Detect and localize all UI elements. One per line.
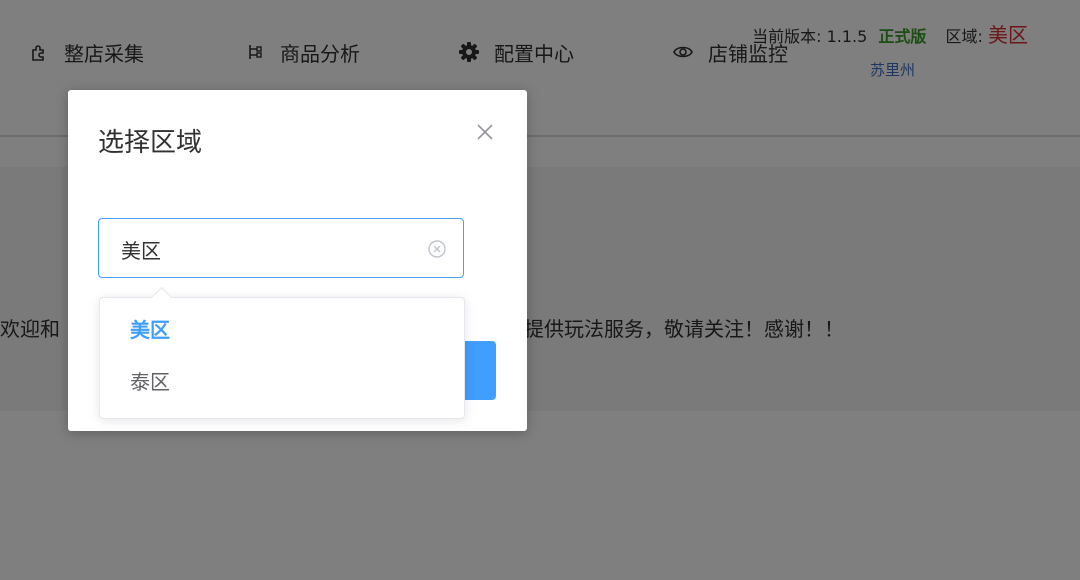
region-options-list: 美区 泰区 bbox=[100, 298, 464, 414]
region-option-us[interactable]: 美区 bbox=[100, 304, 464, 356]
region-select-value: 美区 bbox=[121, 239, 161, 263]
circle-close-icon bbox=[428, 240, 446, 258]
close-icon bbox=[476, 123, 494, 145]
region-option-th[interactable]: 泰区 bbox=[100, 356, 464, 408]
close-button[interactable] bbox=[473, 122, 497, 146]
clear-button[interactable] bbox=[427, 239, 447, 259]
dialog-title: 选择区域 bbox=[98, 128, 203, 158]
region-dropdown: 美区 泰区 bbox=[99, 286, 465, 419]
region-select[interactable]: 美区 bbox=[98, 218, 464, 278]
